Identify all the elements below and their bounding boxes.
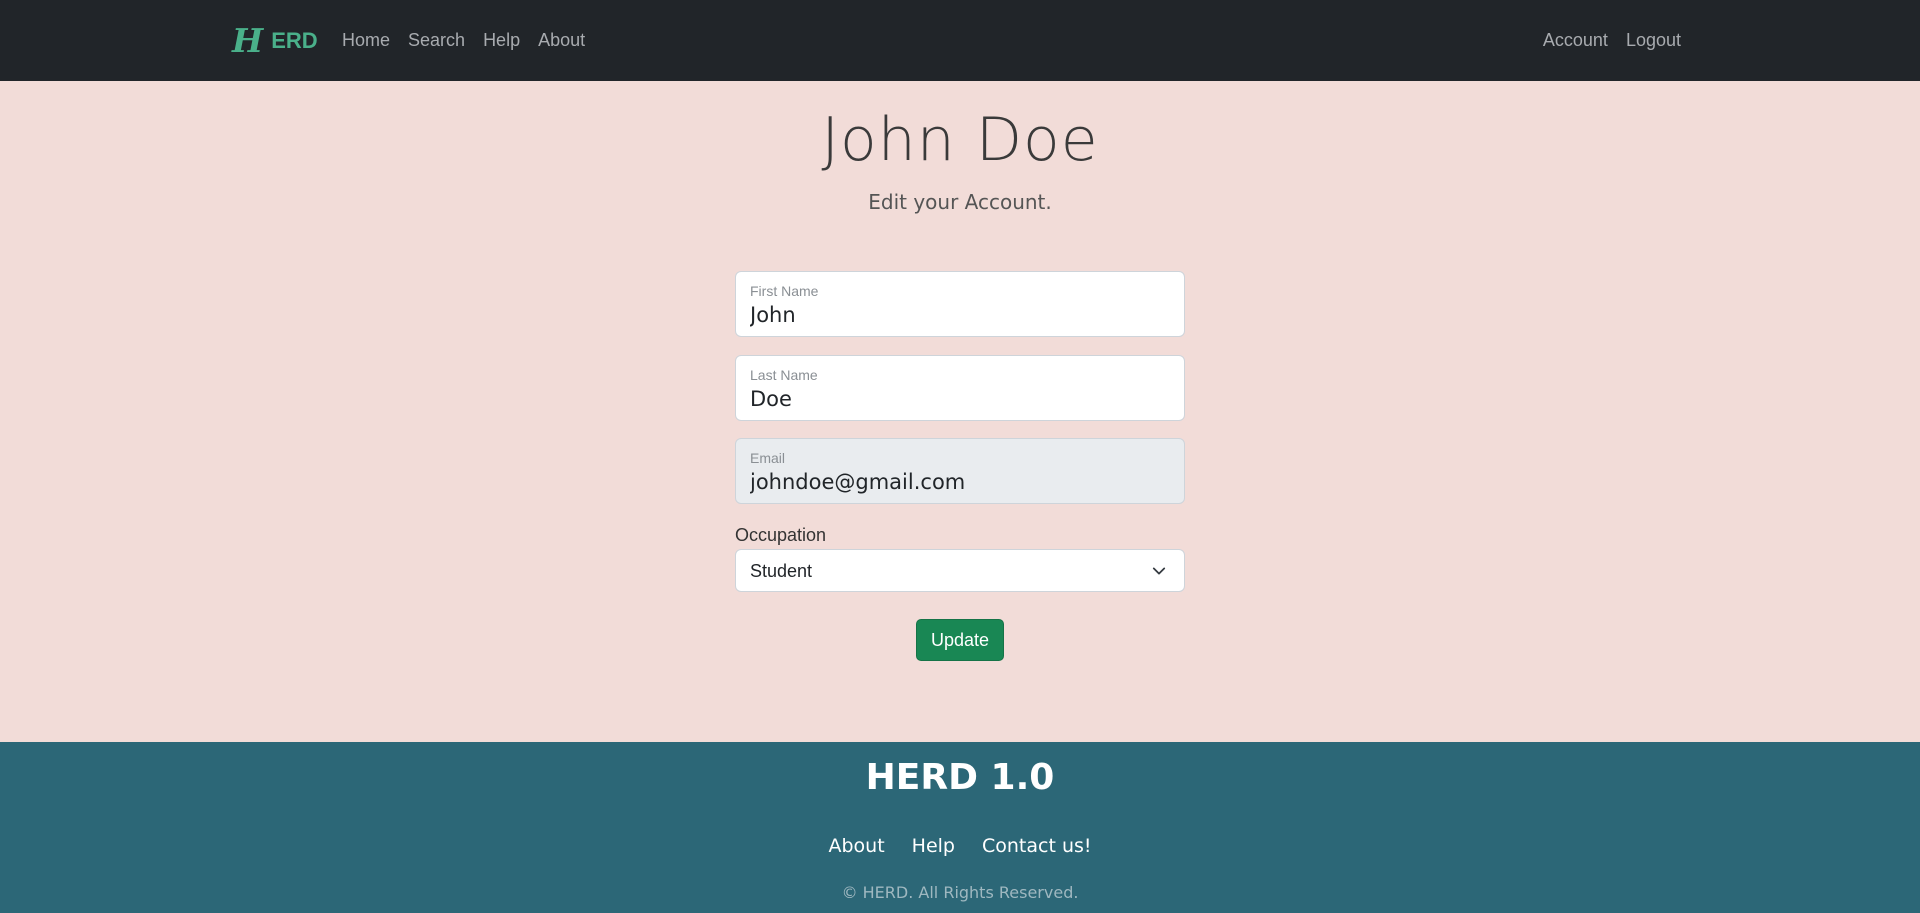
footer-contact-link[interactable]: Contact us! (982, 834, 1092, 858)
nav-home-link[interactable]: Home (342, 28, 390, 52)
first-name-input[interactable] (750, 301, 1170, 329)
nav-logout-link[interactable]: Logout (1626, 28, 1681, 52)
nav-help-link[interactable]: Help (483, 28, 520, 52)
page-subtitle: Edit your Account. (868, 190, 1052, 214)
occupation-label: Occupation (735, 525, 827, 545)
footer-links: About Help Contact us! (0, 834, 1920, 858)
last-name-label: Last Name (750, 367, 818, 383)
nav-account-link[interactable]: Account (1543, 28, 1608, 52)
chevron-down-icon (1152, 567, 1166, 575)
last-name-field[interactable]: Last Name (735, 355, 1185, 421)
email-input (750, 468, 1170, 496)
page-title: John Doe (821, 105, 1099, 175)
email-field: Email (735, 438, 1185, 504)
nav-about-link[interactable]: About (538, 28, 585, 52)
top-navbar: H ERD Home Search Help About Account Log… (0, 0, 1920, 81)
occupation-selected-value: Student (750, 561, 813, 581)
nav-left-links: Home Search Help About (342, 28, 585, 52)
first-name-label: First Name (750, 283, 819, 299)
email-label: Email (750, 450, 786, 466)
nav-right-links: Account Logout (1543, 28, 1681, 52)
nav-search-link[interactable]: Search (408, 28, 465, 52)
footer-help-link[interactable]: Help (912, 834, 955, 858)
footer-about-link[interactable]: About (828, 834, 884, 858)
brand-text: ERD (271, 28, 318, 53)
copyright-text: © HERD. All Rights Reserved. (841, 883, 1079, 902)
brand-h-icon: H (232, 21, 264, 60)
brand-logo[interactable]: H ERD (232, 23, 318, 59)
footer: HERD 1.0 About Help Contact us! © HERD. … (0, 742, 1920, 913)
footer-title: HERD 1.0 (865, 757, 1055, 798)
occupation-select[interactable]: Student (735, 549, 1185, 592)
last-name-input[interactable] (750, 385, 1170, 413)
update-button[interactable]: Update (916, 619, 1004, 661)
first-name-field[interactable]: First Name (735, 271, 1185, 337)
